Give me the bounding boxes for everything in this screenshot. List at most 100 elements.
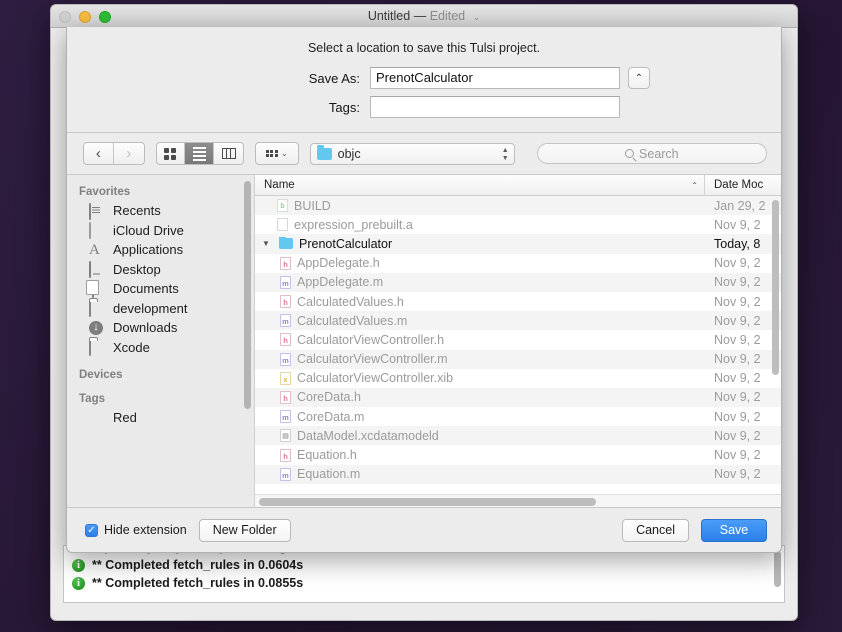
chevron-down-icon: ⌄ (280, 149, 288, 158)
column-view-button[interactable] (214, 143, 243, 164)
table-row[interactable]: m CalculatorViewController.m Nov 9, 2 (255, 349, 781, 369)
log-line: i ** Completed fetch_rules in 0.0604s (64, 556, 784, 574)
file-name-label: AppDelegate.m (297, 275, 384, 290)
table-row[interactable]: m CoreData.m Nov 9, 2 (255, 407, 781, 427)
window-controls[interactable] (59, 11, 111, 23)
column-header-name[interactable]: Name ⌃ (255, 175, 705, 195)
file-icon: m (280, 352, 291, 366)
file-icon: h (280, 256, 291, 270)
new-folder-button[interactable]: New Folder (198, 518, 291, 542)
sidebar-item-desktop[interactable]: Desktop (67, 260, 254, 280)
minimize-button-icon[interactable] (79, 11, 91, 23)
log-line: i ** Completed fetch_rules in 0.0855s (64, 574, 784, 592)
sidebar-item-recents[interactable]: Recents (67, 201, 254, 221)
file-name-label: PrenotCalculator (299, 236, 393, 251)
view-mode-buttons[interactable] (155, 142, 244, 165)
hide-extension-checkbox[interactable]: ✓ Hide extension (85, 523, 187, 537)
file-list-horizontal-scrollbar-thumb[interactable] (259, 498, 596, 506)
checkbox-checked-icon[interactable]: ✓ (85, 523, 98, 537)
file-name-cell: m CalculatorViewController.m (255, 352, 705, 366)
file-name-cell: b BUILD (255, 199, 705, 213)
sidebar-item-label: iCloud Drive (113, 222, 184, 238)
sidebar-item-downloads[interactable]: ↓ Downloads (67, 318, 254, 338)
current-folder-label: objc (337, 146, 361, 161)
documents-icon (89, 280, 105, 298)
navigation-buttons[interactable]: ‹ › (83, 142, 145, 165)
cancel-button[interactable]: Cancel (622, 518, 689, 542)
log-scrollbar[interactable] (773, 549, 782, 599)
sidebar-scrollbar-thumb[interactable] (244, 181, 251, 409)
file-icon: x (280, 371, 291, 385)
sidebar-item-applications[interactable]: A Applications (67, 240, 254, 260)
forward-button[interactable]: › (114, 143, 144, 164)
file-icon: b (277, 199, 288, 213)
save-dialog-prompt: Select a location to save this Tulsi pro… (307, 41, 541, 55)
sidebar-item-documents[interactable]: Documents (67, 279, 254, 299)
table-row[interactable]: m Equation.m Nov 9, 2 (255, 464, 781, 484)
chevron-down-icon[interactable]: ⌄ (473, 12, 481, 22)
desktop-icon (89, 261, 105, 279)
sidebar-item-xcode[interactable]: Xcode (67, 338, 254, 358)
back-button[interactable]: ‹ (84, 143, 114, 164)
table-row[interactable]: b BUILD Jan 29, 2 (255, 196, 781, 216)
table-row[interactable]: h CalculatorViewController.h Nov 9, 2 (255, 330, 781, 350)
disclosure-triangle-icon[interactable]: ▼ (262, 239, 273, 248)
sidebar-item-label: Red (113, 410, 137, 426)
file-list-rows: b BUILD Jan 29, 2 expression_prebuilt.a Nov … (255, 196, 781, 507)
tags-row: Tags: (67, 96, 781, 118)
column-view-icon (221, 148, 236, 159)
file-name-label: Equation.m (297, 467, 361, 482)
list-view-button[interactable] (185, 143, 215, 164)
sidebar-item-development[interactable]: development (67, 299, 254, 319)
search-input[interactable]: Search (536, 143, 768, 164)
file-name-label: CalculatedValues.h (297, 294, 404, 309)
folder-icon (316, 145, 332, 160)
recents-icon (89, 202, 105, 220)
tags-input[interactable] (370, 96, 620, 118)
icon-view-button[interactable] (157, 143, 186, 164)
file-list: Name ⌃ Date Moc b BUILD Jan 29, 2 expressio… (255, 175, 781, 507)
sidebar-item-tag-red[interactable]: Red (67, 408, 254, 428)
log-scrollbar-thumb[interactable] (774, 551, 781, 587)
file-name-cell: h CalculatorViewController.h (255, 333, 705, 347)
column-header-name-label: Name (264, 179, 295, 191)
file-list-vertical-scrollbar[interactable] (770, 197, 780, 493)
sort-ascending-icon: ⌃ (691, 180, 698, 190)
column-header-date-label: Date Moc (714, 179, 764, 191)
table-row[interactable]: expression_prebuilt.a Nov 9, 2 (255, 215, 781, 235)
save-button[interactable]: Save (701, 518, 767, 542)
table-row[interactable]: h AppDelegate.h Nov 9, 2 (255, 253, 781, 273)
file-name-label: CalculatorViewController.xib (297, 371, 454, 386)
file-name-cell: m CalculatedValues.m (255, 314, 705, 328)
table-row[interactable]: m CalculatedValues.m Nov 9, 2 (255, 311, 781, 331)
file-name-cell: h CalculatedValues.h (255, 295, 705, 309)
file-icon: h (280, 333, 291, 347)
current-folder-dropdown[interactable]: objc ▲ ▼ (309, 142, 515, 165)
sidebar-section-tags: Tags (79, 393, 105, 405)
dialog-footer: ✓ Hide extension New Folder Cancel Save (67, 508, 781, 552)
expand-dialog-button[interactable]: ⌃ (628, 67, 650, 89)
arrange-button[interactable]: ⌄ (254, 142, 299, 165)
maximize-button-icon[interactable] (99, 11, 111, 23)
table-row[interactable]: x CalculatorViewController.xib Nov 9, 2 (255, 368, 781, 388)
column-header-date-modified[interactable]: Date Moc (705, 175, 781, 195)
log-output-area: examples/objc:all) ; --output ; 'xml' ] … (63, 545, 785, 603)
table-row[interactable]: h CalculatedValues.h Nov 9, 2 (255, 291, 781, 312)
table-row[interactable]: m AppDelegate.m Nov 9, 2 (255, 272, 781, 292)
file-name-label: expression_prebuilt.a (294, 217, 413, 232)
file-list-vertical-scrollbar-thumb[interactable] (771, 200, 779, 375)
table-row[interactable]: h CoreData.h Nov 9, 2 (255, 387, 781, 408)
sidebar-item-label: Applications (113, 242, 184, 258)
file-list-horizontal-scrollbar[interactable] (255, 494, 781, 507)
table-row[interactable]: ▤ DataModel.xcdatamodeld Nov 9, 2 (255, 426, 781, 446)
sidebar-item-label: Downloads (113, 320, 178, 336)
list-view-icon (192, 146, 206, 161)
file-name-cell: expression_prebuilt.a (255, 218, 705, 232)
table-row[interactable]: ▼ PrenotCalculator Today, 8 (255, 234, 781, 254)
table-row[interactable]: h Equation.h Nov 9, 2 (255, 445, 781, 465)
close-button-icon[interactable] (59, 11, 71, 23)
sidebar-item-icloud-drive[interactable]: iCloud Drive (67, 221, 254, 241)
tag-dot-icon (89, 411, 105, 425)
file-list-header: Name ⌃ Date Moc (255, 175, 781, 196)
save-as-input[interactable]: PrenotCalculator (370, 67, 620, 89)
